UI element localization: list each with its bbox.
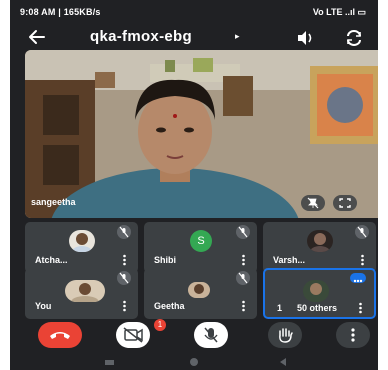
- avatar: [69, 230, 95, 252]
- mic-off-icon: [355, 225, 369, 239]
- status-indicators: Vo LTE ..ıl ▭: [312, 7, 366, 17]
- mic-off-icon: [117, 271, 131, 285]
- more-options-icon[interactable]: [123, 300, 126, 312]
- others-count-label: 50 others: [297, 303, 338, 313]
- participant-video: [25, 50, 378, 218]
- top-bar: qka-fmox-ebg ▸: [10, 24, 378, 50]
- participant-name: Shibi: [154, 255, 176, 265]
- participant-tile[interactable]: Varsh...: [263, 222, 376, 273]
- mic-off-icon: [117, 225, 131, 239]
- pin-icon: [307, 197, 319, 209]
- participant-name: Varsh...: [273, 255, 306, 265]
- hand-icon: [279, 328, 293, 343]
- fullscreen-button[interactable]: [333, 195, 357, 211]
- others-tile[interactable]: 1 50 others: [263, 268, 376, 319]
- fullscreen-icon: [339, 198, 351, 208]
- back-arrow-icon[interactable]: [26, 26, 48, 48]
- status-bar: 9:08 AM | 165KB/s Vo LTE ..ıl ▭: [10, 0, 378, 24]
- participant-tile[interactable]: Atcha...: [25, 222, 138, 273]
- participant-name: You: [35, 301, 52, 311]
- recents-icon: [105, 360, 114, 365]
- camera-toggle-button[interactable]: [116, 322, 150, 348]
- more-options-icon[interactable]: [359, 302, 362, 314]
- more-actions-button[interactable]: [336, 322, 370, 348]
- speaker-icon[interactable]: [295, 29, 315, 47]
- others-prefix: 1: [277, 303, 283, 313]
- participant-name: Atcha...: [35, 255, 68, 265]
- meeting-code[interactable]: qka-fmox-ebg: [90, 28, 192, 45]
- meet-screen: 9:08 AM | 165KB/s Vo LTE ..ıl ▭ qka-fmox…: [10, 0, 378, 370]
- audio-level-icon: [350, 273, 366, 283]
- avatar-initial: S: [190, 230, 212, 252]
- end-call-button[interactable]: [38, 322, 82, 348]
- mic-off-icon: [236, 225, 250, 239]
- pin-button[interactable]: [301, 195, 325, 211]
- flip-camera-icon[interactable]: [344, 29, 364, 47]
- mic-off-icon: [236, 271, 250, 285]
- mic-toggle-button[interactable]: [194, 322, 228, 348]
- end-call-icon: [50, 332, 70, 339]
- participant-tile[interactable]: Geetha: [144, 268, 257, 319]
- avatar: [307, 230, 333, 252]
- more-options-icon[interactable]: [242, 254, 245, 266]
- more-options-icon[interactable]: [242, 300, 245, 312]
- avatar: [65, 280, 105, 302]
- status-time: 9:08 AM | 165KB/s: [20, 7, 101, 17]
- meeting-info-caret-icon[interactable]: ▸: [235, 31, 240, 42]
- avatar: [303, 280, 329, 302]
- call-controls: [10, 318, 378, 352]
- home-icon: [190, 358, 198, 366]
- raise-hand-button[interactable]: [268, 322, 302, 348]
- nav-buttons: [105, 358, 286, 366]
- participant-tile[interactable]: S Shibi: [144, 222, 257, 273]
- more-vert-icon: [351, 328, 355, 342]
- nav-back-icon: [280, 358, 286, 366]
- more-options-icon[interactable]: [361, 254, 364, 266]
- system-navigation-bar: [10, 354, 378, 370]
- avatar: [188, 282, 210, 298]
- camera-off-icon: [123, 327, 143, 343]
- more-options-icon[interactable]: [123, 254, 126, 266]
- main-participant-name: sangeetha: [31, 197, 76, 207]
- participant-name: Geetha: [154, 301, 185, 311]
- main-video-feed[interactable]: sangeetha: [25, 50, 378, 218]
- participant-tile-self[interactable]: You: [25, 268, 138, 319]
- camera-notification-badge: 1: [154, 319, 166, 331]
- mic-off-icon: [204, 327, 218, 343]
